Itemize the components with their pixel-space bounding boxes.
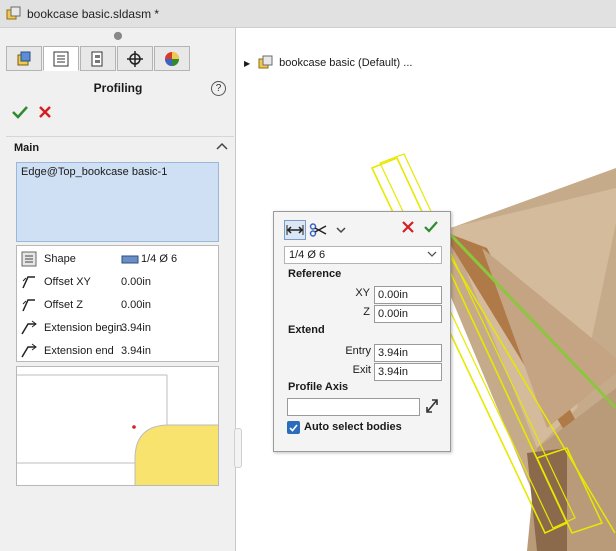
- offset-z-input[interactable]: 0.00in: [374, 305, 442, 323]
- trim-mode-button[interactable]: [307, 220, 329, 240]
- shape-select-value: 1/4 Ø 6: [289, 249, 326, 261]
- offset-icon: [22, 276, 35, 289]
- tree-root-label[interactable]: bookcase basic (Default) ...: [279, 57, 412, 69]
- scissors-icon: [309, 223, 327, 237]
- window-title: bookcase basic.sldasm *: [27, 6, 160, 21]
- tab-configuration-manager[interactable]: [80, 46, 116, 71]
- property-row-extension-end[interactable]: Extension end 3.94in: [17, 340, 220, 362]
- panel-title: Profiling: [93, 81, 143, 95]
- reference-heading: Reference: [288, 268, 342, 280]
- toolbar-dropdown-button[interactable]: [330, 220, 352, 240]
- feature-tree-root[interactable]: ▶ bookcase basic (Default) ...: [244, 55, 412, 71]
- dimxpert-icon: [127, 50, 143, 67]
- chevron-up-icon[interactable]: [216, 141, 228, 151]
- property-row-extension-begin[interactable]: Extension begin 3.94in: [17, 317, 220, 339]
- property-label: Shape: [44, 253, 76, 265]
- selection-item[interactable]: Edge@Top_bookcase basic-1: [21, 166, 167, 178]
- checkmark-icon: [289, 423, 298, 432]
- assembly-icon: [258, 55, 273, 69]
- auto-select-checkbox[interactable]: [287, 421, 300, 434]
- help-icon[interactable]: ?: [211, 81, 226, 96]
- app-window: bookcase basic.sldasm * ⬤ Profiling ? Ma…: [0, 0, 616, 551]
- property-manager-panel: ⬤ Profiling ? Main Edge@Top_bookcase bas…: [0, 28, 242, 551]
- chevron-down-icon: [427, 251, 437, 257]
- chevron-down-icon: [336, 227, 346, 234]
- property-value: 3.94in: [121, 322, 151, 334]
- xy-label: XY: [355, 287, 370, 299]
- profile-axis-heading: Profile Axis: [288, 381, 349, 393]
- property-row-offset-xy[interactable]: Offset XY 0.00in: [17, 271, 220, 293]
- extend-arrows-icon: [286, 225, 304, 235]
- title-bar: bookcase basic.sldasm *: [0, 0, 616, 28]
- z-label: Z: [363, 306, 370, 318]
- section-main-label: Main: [14, 141, 40, 154]
- extension-icon: [21, 320, 37, 335]
- tab-display-manager[interactable]: [154, 46, 190, 71]
- auto-select-label[interactable]: Auto select bodies: [304, 421, 402, 433]
- offset-icon: [22, 299, 35, 312]
- section-main-header[interactable]: Main: [6, 136, 234, 158]
- property-label: Offset Z: [44, 299, 83, 311]
- property-label: Offset XY: [44, 276, 91, 288]
- shape-select[interactable]: 1/4 Ø 6: [284, 246, 442, 264]
- cancel-x-icon[interactable]: [38, 105, 52, 119]
- property-row-shape[interactable]: Shape 1/4 Ø 6: [17, 248, 220, 270]
- shape-list-icon: [21, 251, 37, 267]
- profile-preview: [16, 366, 219, 486]
- entry-label: Entry: [345, 345, 371, 357]
- feature-manager-icon: [17, 51, 31, 65]
- popup-toolbar: [284, 220, 353, 240]
- extend-heading: Extend: [288, 324, 325, 336]
- assembly-icon: [6, 6, 21, 19]
- panel-tabs: [6, 46, 191, 71]
- tree-expand-icon[interactable]: ▶: [244, 59, 250, 68]
- ok-check-icon[interactable]: [12, 105, 28, 119]
- panel-grip[interactable]: ⬤: [0, 31, 236, 40]
- selection-list-box[interactable]: Edge@Top_bookcase basic-1: [16, 162, 219, 242]
- property-manager-icon: [53, 51, 69, 66]
- profile-preview-drawing: [17, 374, 218, 485]
- property-value: 3.94in: [121, 345, 151, 357]
- property-label: Extension end: [44, 345, 114, 357]
- entry-input[interactable]: 3.94in: [374, 344, 442, 362]
- properties-list: Shape 1/4 Ø 6 Offset XY 0.00in Offset Z …: [16, 245, 219, 362]
- offset-xy-input[interactable]: 0.00in: [374, 286, 442, 304]
- exit-input[interactable]: 3.94in: [374, 363, 442, 381]
- profile-shape-icon: [121, 255, 139, 264]
- popup-ok-icon[interactable]: [424, 221, 438, 233]
- exit-label: Exit: [352, 364, 371, 376]
- profile-axis-input[interactable]: [287, 398, 420, 416]
- axis-picker-icon[interactable]: [424, 397, 440, 415]
- tab-feature-manager[interactable]: [6, 46, 42, 71]
- extend-mode-button[interactable]: [284, 220, 306, 240]
- property-value: 0.00in: [121, 276, 151, 288]
- appearance-icon: [165, 51, 179, 66]
- configuration-icon: [91, 51, 103, 66]
- popup-cancel-icon[interactable]: [402, 221, 414, 233]
- extension-icon: [21, 343, 37, 358]
- tab-property-manager[interactable]: [43, 46, 79, 71]
- tab-dimxpert-manager[interactable]: [117, 46, 153, 71]
- property-row-offset-z[interactable]: Offset Z 0.00in: [17, 294, 220, 316]
- property-label: Extension begin: [44, 322, 123, 334]
- property-value: 1/4 Ø 6: [141, 253, 178, 265]
- property-value: 0.00in: [121, 299, 151, 311]
- profiling-popup: 1/4 Ø 6 Reference XY 0.00in Z 0.00in Ext…: [273, 211, 451, 452]
